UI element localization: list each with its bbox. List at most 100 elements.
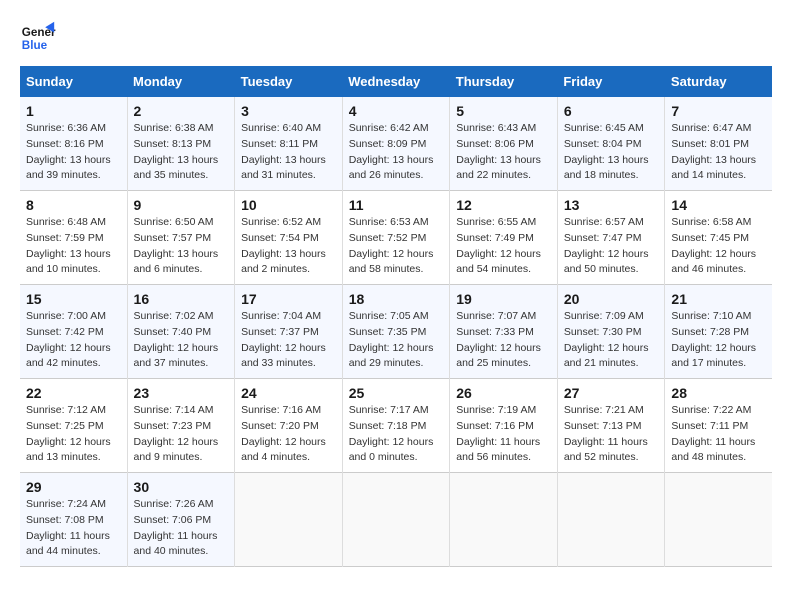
day-info: Sunrise: 6:52 AM Sunset: 7:54 PM Dayligh… [241, 215, 336, 278]
day-number: 6 [564, 103, 659, 119]
day-cell: 29 Sunrise: 7:24 AM Sunset: 7:08 PM Dayli… [20, 473, 127, 567]
day-info: Sunrise: 7:22 AM Sunset: 7:11 PM Dayligh… [671, 403, 766, 466]
day-info: Sunrise: 7:00 AM Sunset: 7:42 PM Dayligh… [26, 309, 121, 372]
day-cell: 11Sunrise: 6:53 AM Sunset: 7:52 PM Dayli… [342, 191, 450, 285]
day-info: Sunrise: 7:05 AM Sunset: 7:35 PM Dayligh… [349, 309, 444, 372]
col-header-monday: Monday [127, 66, 235, 97]
day-info: Sunrise: 7:10 AM Sunset: 7:28 PM Dayligh… [671, 309, 766, 372]
week-row-5: 29 Sunrise: 7:24 AM Sunset: 7:08 PM Dayli… [20, 473, 772, 567]
day-cell: 14 Sunrise: 6:58 AM Sunset: 7:45 PM Dayli… [665, 191, 772, 285]
day-cell: 24 Sunrise: 7:16 AM Sunset: 7:20 PM Dayli… [235, 379, 343, 473]
day-cell: 23 Sunrise: 7:14 AM Sunset: 7:23 PM Dayli… [127, 379, 235, 473]
day-number: 18 [349, 291, 444, 307]
week-row-1: 1 Sunrise: 6:36 AM Sunset: 8:16 PM Daylig… [20, 97, 772, 191]
day-number: 7 [671, 103, 766, 119]
day-number: 4 [349, 103, 444, 119]
day-info: Sunrise: 6:58 AM Sunset: 7:45 PM Dayligh… [671, 215, 766, 278]
day-info: Sunrise: 7:12 AM Sunset: 7:25 PM Dayligh… [26, 403, 121, 466]
day-number: 25 [349, 385, 444, 401]
day-number: 23 [134, 385, 229, 401]
day-info: Sunrise: 6:57 AM Sunset: 7:47 PM Dayligh… [564, 215, 659, 278]
day-info: Sunrise: 6:42 AM Sunset: 8:09 PM Dayligh… [349, 121, 444, 184]
week-row-3: 15 Sunrise: 7:00 AM Sunset: 7:42 PM Dayli… [20, 285, 772, 379]
day-info: Sunrise: 7:17 AM Sunset: 7:18 PM Dayligh… [349, 403, 444, 466]
day-cell: 26 Sunrise: 7:19 AM Sunset: 7:16 PM Dayli… [450, 379, 558, 473]
day-number: 17 [241, 291, 336, 307]
day-number: 1 [26, 103, 121, 119]
day-info: Sunrise: 7:21 AM Sunset: 7:13 PM Dayligh… [564, 403, 659, 466]
day-cell: 9Sunrise: 6:50 AM Sunset: 7:57 PM Daylig… [127, 191, 235, 285]
day-number: 26 [456, 385, 551, 401]
day-cell: 5 Sunrise: 6:43 AM Sunset: 8:06 PM Daylig… [450, 97, 558, 191]
week-row-2: 8Sunrise: 6:48 AM Sunset: 7:59 PM Daylig… [20, 191, 772, 285]
calendar-table: SundayMondayTuesdayWednesdayThursdayFrid… [20, 66, 772, 567]
day-number: 30 [134, 479, 229, 495]
day-info: Sunrise: 6:40 AM Sunset: 8:11 PM Dayligh… [241, 121, 336, 184]
day-cell: 6 Sunrise: 6:45 AM Sunset: 8:04 PM Daylig… [557, 97, 665, 191]
col-header-sunday: Sunday [20, 66, 127, 97]
day-cell: 30 Sunrise: 7:26 AM Sunset: 7:06 PM Dayli… [127, 473, 235, 567]
page-header: General Blue [20, 20, 772, 56]
day-number: 9 [134, 197, 229, 213]
day-cell: 7 Sunrise: 6:47 AM Sunset: 8:01 PM Daylig… [665, 97, 772, 191]
day-number: 28 [671, 385, 766, 401]
day-cell: 25 Sunrise: 7:17 AM Sunset: 7:18 PM Dayli… [342, 379, 450, 473]
col-header-wednesday: Wednesday [342, 66, 450, 97]
day-cell [450, 473, 558, 567]
day-cell: 13 Sunrise: 6:57 AM Sunset: 7:47 PM Dayli… [557, 191, 665, 285]
day-info: Sunrise: 7:14 AM Sunset: 7:23 PM Dayligh… [134, 403, 229, 466]
day-cell [665, 473, 772, 567]
day-number: 22 [26, 385, 121, 401]
day-cell [235, 473, 343, 567]
day-info: Sunrise: 7:09 AM Sunset: 7:30 PM Dayligh… [564, 309, 659, 372]
day-number: 15 [26, 291, 121, 307]
day-info: Sunrise: 7:26 AM Sunset: 7:06 PM Dayligh… [134, 497, 229, 560]
day-info: Sunrise: 6:38 AM Sunset: 8:13 PM Dayligh… [134, 121, 229, 184]
day-number: 29 [26, 479, 121, 495]
day-info: Sunrise: 7:24 AM Sunset: 7:08 PM Dayligh… [26, 497, 121, 560]
col-header-thursday: Thursday [450, 66, 558, 97]
day-cell: 18 Sunrise: 7:05 AM Sunset: 7:35 PM Dayli… [342, 285, 450, 379]
day-cell [557, 473, 665, 567]
day-cell: 8Sunrise: 6:48 AM Sunset: 7:59 PM Daylig… [20, 191, 127, 285]
day-number: 5 [456, 103, 551, 119]
logo: General Blue [20, 20, 56, 56]
day-number: 24 [241, 385, 336, 401]
day-number: 2 [134, 103, 229, 119]
week-row-4: 22 Sunrise: 7:12 AM Sunset: 7:25 PM Dayli… [20, 379, 772, 473]
day-info: Sunrise: 6:43 AM Sunset: 8:06 PM Dayligh… [456, 121, 551, 184]
day-number: 19 [456, 291, 551, 307]
day-cell [342, 473, 450, 567]
day-info: Sunrise: 7:02 AM Sunset: 7:40 PM Dayligh… [134, 309, 229, 372]
day-cell: 22 Sunrise: 7:12 AM Sunset: 7:25 PM Dayli… [20, 379, 127, 473]
day-number: 13 [564, 197, 659, 213]
day-info: Sunrise: 6:45 AM Sunset: 8:04 PM Dayligh… [564, 121, 659, 184]
day-info: Sunrise: 6:55 AM Sunset: 7:49 PM Dayligh… [456, 215, 551, 278]
day-info: Sunrise: 6:36 AM Sunset: 8:16 PM Dayligh… [26, 121, 121, 184]
day-cell: 4 Sunrise: 6:42 AM Sunset: 8:09 PM Daylig… [342, 97, 450, 191]
day-cell: 16 Sunrise: 7:02 AM Sunset: 7:40 PM Dayli… [127, 285, 235, 379]
day-cell: 10 Sunrise: 6:52 AM Sunset: 7:54 PM Dayli… [235, 191, 343, 285]
day-cell: 17 Sunrise: 7:04 AM Sunset: 7:37 PM Dayli… [235, 285, 343, 379]
col-header-tuesday: Tuesday [235, 66, 343, 97]
day-number: 14 [671, 197, 766, 213]
day-number: 8 [26, 197, 121, 213]
day-info: Sunrise: 6:47 AM Sunset: 8:01 PM Dayligh… [671, 121, 766, 184]
day-info: Sunrise: 6:53 AM Sunset: 7:52 PM Dayligh… [349, 215, 444, 278]
day-number: 3 [241, 103, 336, 119]
day-cell: 21Sunrise: 7:10 AM Sunset: 7:28 PM Dayli… [665, 285, 772, 379]
day-cell: 1 Sunrise: 6:36 AM Sunset: 8:16 PM Daylig… [20, 97, 127, 191]
day-cell: 2 Sunrise: 6:38 AM Sunset: 8:13 PM Daylig… [127, 97, 235, 191]
day-number: 27 [564, 385, 659, 401]
col-header-friday: Friday [557, 66, 665, 97]
day-cell: 28 Sunrise: 7:22 AM Sunset: 7:11 PM Dayli… [665, 379, 772, 473]
day-cell: 19 Sunrise: 7:07 AM Sunset: 7:33 PM Dayli… [450, 285, 558, 379]
day-info: Sunrise: 7:19 AM Sunset: 7:16 PM Dayligh… [456, 403, 551, 466]
day-number: 16 [134, 291, 229, 307]
day-info: Sunrise: 7:16 AM Sunset: 7:20 PM Dayligh… [241, 403, 336, 466]
day-number: 10 [241, 197, 336, 213]
day-info: Sunrise: 7:07 AM Sunset: 7:33 PM Dayligh… [456, 309, 551, 372]
day-cell: 27 Sunrise: 7:21 AM Sunset: 7:13 PM Dayli… [557, 379, 665, 473]
day-cell: 3 Sunrise: 6:40 AM Sunset: 8:11 PM Daylig… [235, 97, 343, 191]
day-info: Sunrise: 7:04 AM Sunset: 7:37 PM Dayligh… [241, 309, 336, 372]
